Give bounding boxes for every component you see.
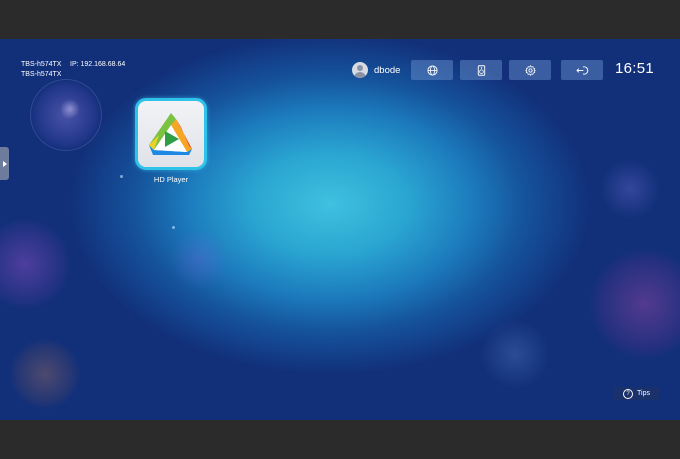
bokeh-light xyxy=(480,319,550,389)
app-label: HD Player xyxy=(153,175,189,184)
bokeh-light xyxy=(170,229,230,289)
bokeh-light xyxy=(60,99,80,119)
speaker-icon xyxy=(477,64,485,76)
tips-label: Tips xyxy=(637,390,650,397)
sparkle-dot xyxy=(120,175,123,178)
side-panel-handle[interactable] xyxy=(0,147,9,180)
audio-output-button[interactable] xyxy=(460,60,502,80)
globe-icon xyxy=(426,64,438,76)
gear-icon xyxy=(524,64,536,76)
avatar-icon xyxy=(352,62,368,78)
bokeh-light xyxy=(590,249,680,359)
language-button[interactable] xyxy=(411,60,453,80)
chevron-right-icon xyxy=(2,160,7,167)
settings-button[interactable] xyxy=(509,60,551,80)
hostname: TBS-h574TX xyxy=(21,61,62,68)
bokeh-light xyxy=(30,79,102,151)
device-info: TBS-h574TX IP: 192.168.68.64 TBS-h574TX xyxy=(21,60,125,80)
frame-bottom xyxy=(0,420,680,459)
bokeh-light xyxy=(600,159,660,219)
app-tile-hd-player[interactable]: HD Player xyxy=(135,98,207,184)
frame-top xyxy=(0,0,680,39)
bokeh-light xyxy=(10,339,80,409)
help-icon: ? xyxy=(623,388,634,399)
tips-button[interactable]: ? Tips xyxy=(614,387,659,400)
logout-icon xyxy=(575,65,588,75)
username: dbode xyxy=(374,64,401,76)
bokeh-light xyxy=(0,219,70,309)
sparkle-dot xyxy=(172,226,175,229)
logout-button[interactable] xyxy=(561,60,603,80)
ip-address: IP: 192.168.68.64 xyxy=(70,61,126,68)
desktop-screen: TBS-h574TX IP: 192.168.68.64 TBS-h574TX … xyxy=(0,39,680,420)
user-menu[interactable]: dbode xyxy=(352,62,400,78)
hostname-secondary: TBS-h574TX xyxy=(21,71,62,78)
hd-player-icon[interactable] xyxy=(135,98,207,170)
clock: 16:51 xyxy=(615,60,655,77)
